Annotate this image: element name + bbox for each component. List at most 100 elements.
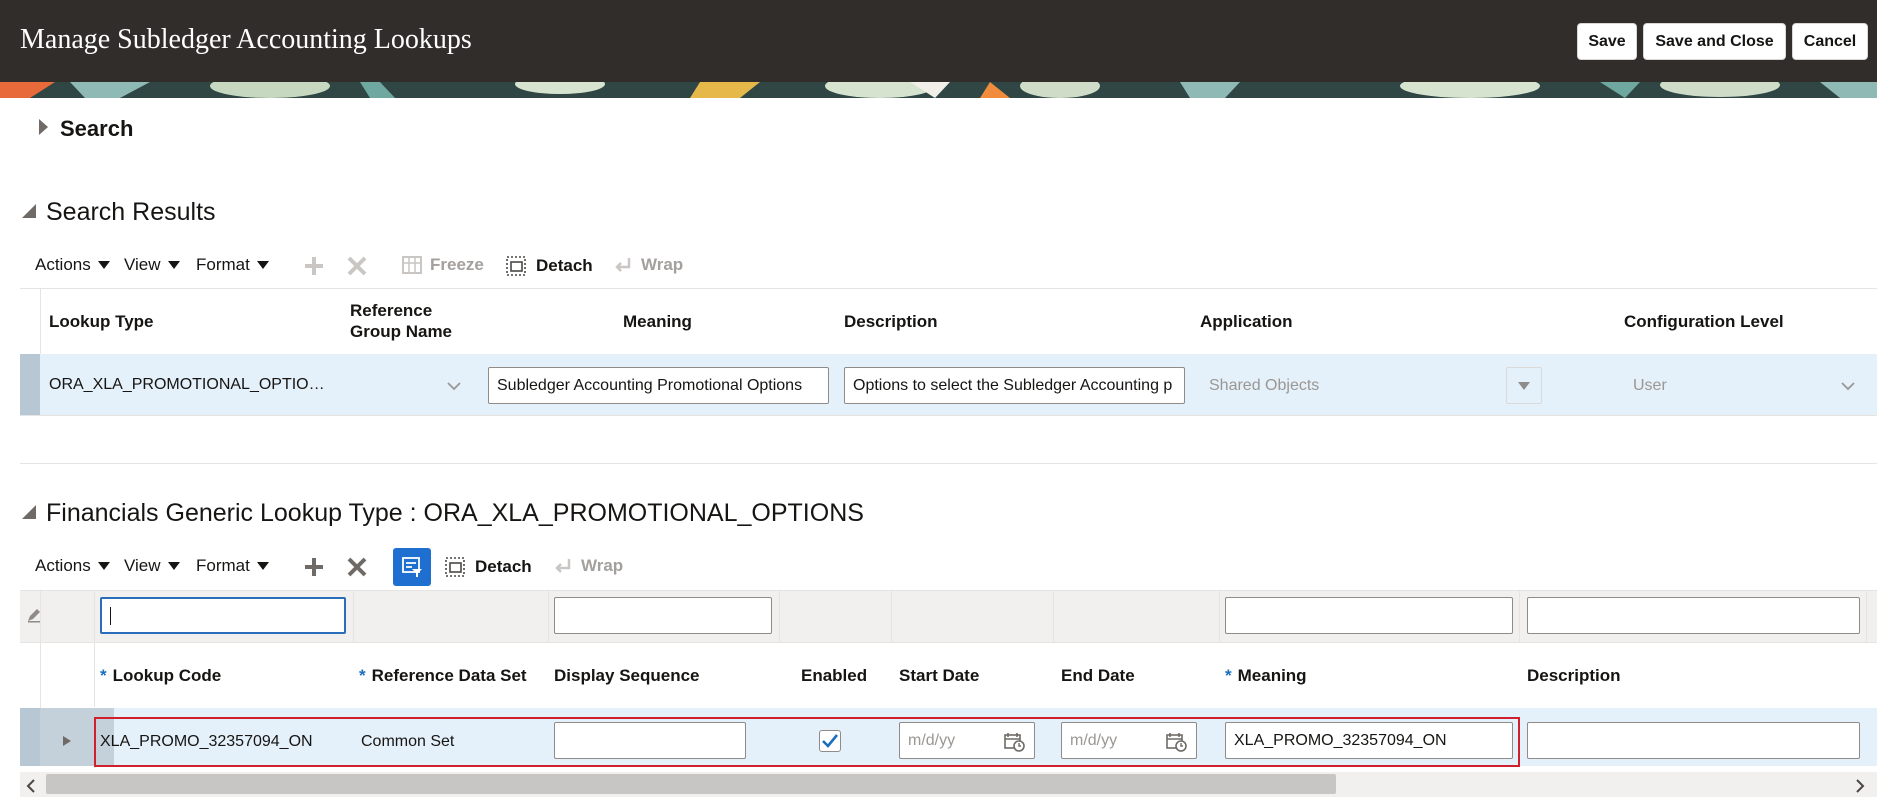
- caret-down-icon: [1518, 381, 1530, 390]
- checkmark-icon: [822, 734, 838, 748]
- search-results-title: Search Results: [46, 198, 216, 226]
- column-divider: [1866, 590, 1867, 642]
- meaning-input[interactable]: XLA_PROMO_32357094_ON: [1225, 722, 1513, 759]
- view-menu-label: View: [124, 556, 161, 575]
- reference-group-select[interactable]: [350, 367, 470, 404]
- search-section-title[interactable]: Search: [60, 116, 133, 142]
- text-cursor: [110, 606, 111, 625]
- wrap-button: Wrap: [613, 255, 683, 275]
- column-header-reference-group-line2[interactable]: Group Name: [350, 322, 452, 342]
- scroll-right-icon[interactable]: [1855, 778, 1865, 798]
- description-input[interactable]: [1527, 722, 1860, 759]
- column-header-description[interactable]: Description: [844, 312, 938, 332]
- actions-menu-label: Actions: [35, 255, 91, 274]
- configuration-level-select[interactable]: User: [1624, 367, 1864, 404]
- start-date-placeholder: m/d/yy: [908, 731, 956, 749]
- detach-button[interactable]: Detach: [444, 556, 532, 578]
- column-header-end-date[interactable]: End Date: [1061, 666, 1135, 686]
- row-bottom-border: [20, 415, 1877, 416]
- expand-row-icon[interactable]: [62, 732, 72, 752]
- column-header-configuration-level[interactable]: Configuration Level: [1624, 312, 1784, 332]
- save-button[interactable]: Save: [1577, 23, 1637, 60]
- enabled-checkbox[interactable]: [819, 730, 841, 752]
- table-top-border: [20, 288, 1877, 289]
- calendar-icon[interactable]: [1004, 732, 1026, 752]
- collapse-lookup-codes-icon[interactable]: [22, 505, 36, 519]
- filter-lookup-code-input[interactable]: [100, 597, 346, 634]
- filter-display-sequence-input[interactable]: [554, 597, 772, 634]
- description-input[interactable]: Options to select the Subledger Accounti…: [844, 367, 1185, 404]
- column-header-reference-data-set[interactable]: * Reference Data Set: [359, 666, 527, 686]
- format-menu-label: Format: [196, 255, 250, 274]
- calendar-icon[interactable]: [1166, 732, 1188, 752]
- end-date-input[interactable]: m/d/yy: [1061, 722, 1197, 759]
- chevron-down-icon: [447, 382, 461, 391]
- detach-icon: [445, 557, 465, 577]
- row-selector[interactable]: [20, 708, 40, 766]
- row-selector[interactable]: [20, 354, 40, 416]
- filter-meaning-input[interactable]: [1225, 597, 1513, 634]
- column-divider: [1053, 590, 1054, 642]
- add-row-icon[interactable]: [303, 556, 325, 583]
- column-header-meaning[interactable]: Meaning: [623, 312, 692, 332]
- chevron-down-icon: [167, 562, 180, 570]
- expand-search-icon[interactable]: [39, 119, 48, 135]
- application-field: Shared Objects: [1209, 376, 1320, 394]
- wrap-label: Wrap: [641, 255, 684, 274]
- filter-icon: [402, 557, 422, 577]
- column-header-lookup-type[interactable]: Lookup Type: [49, 312, 154, 332]
- chevron-down-icon: [1841, 382, 1855, 391]
- wrap-icon: [615, 258, 631, 272]
- lookup-type-cell: ORA_XLA_PROMOTIONAL_OPTIO…: [49, 376, 325, 393]
- column-header-description[interactable]: Description: [1527, 666, 1621, 686]
- reference-data-set-cell: Common Set: [361, 733, 455, 750]
- freeze-icon: [402, 256, 422, 274]
- filter-description-input[interactable]: [1527, 597, 1860, 634]
- freeze-label: Freeze: [430, 255, 484, 274]
- detach-icon: [506, 256, 526, 276]
- column-header-enabled[interactable]: Enabled: [801, 666, 867, 686]
- cancel-button[interactable]: Cancel: [1792, 23, 1868, 60]
- format-menu[interactable]: Format: [196, 556, 269, 576]
- actions-menu[interactable]: Actions: [35, 255, 110, 275]
- detach-button[interactable]: Detach: [505, 255, 593, 277]
- column-divider: [1519, 590, 1520, 642]
- lookup-code-cell: XLA_PROMO_32357094_ON: [100, 733, 313, 750]
- scrollbar-thumb[interactable]: [46, 774, 1336, 794]
- column-divider: [353, 590, 354, 642]
- required-marker: *: [359, 666, 366, 685]
- page-title: Manage Subledger Accounting Lookups: [20, 24, 472, 55]
- required-marker: *: [1225, 666, 1232, 685]
- view-menu-label: View: [124, 255, 161, 274]
- wrap-icon: [555, 559, 571, 573]
- column-divider: [779, 590, 780, 642]
- delete-row-icon[interactable]: [346, 556, 368, 583]
- section-divider: [20, 463, 1877, 464]
- column-header-display-sequence[interactable]: Display Sequence: [554, 666, 700, 686]
- view-menu[interactable]: View: [124, 255, 180, 275]
- display-sequence-input[interactable]: [554, 722, 746, 759]
- view-menu[interactable]: View: [124, 556, 180, 576]
- column-header-reference-group-line1[interactable]: Reference: [350, 301, 432, 321]
- column-header-application[interactable]: Application: [1200, 312, 1293, 332]
- column-header-lookup-code[interactable]: * Lookup Code: [100, 666, 221, 686]
- column-header-reference-data-set-label: Reference Data Set: [371, 666, 527, 685]
- header-banner-image: [0, 82, 1877, 98]
- chevron-down-icon: [97, 562, 110, 570]
- column-header-start-date[interactable]: Start Date: [899, 666, 979, 686]
- freeze-button: Freeze: [402, 255, 484, 275]
- collapse-search-results-icon[interactable]: [22, 204, 36, 218]
- meaning-input[interactable]: Subledger Accounting Promotional Options: [488, 367, 829, 404]
- save-and-close-button[interactable]: Save and Close: [1643, 23, 1786, 60]
- required-marker: *: [100, 666, 107, 685]
- detach-label: Detach: [536, 256, 593, 275]
- application-dropdown-button[interactable]: [1506, 367, 1542, 404]
- format-menu[interactable]: Format: [196, 255, 269, 275]
- actions-menu[interactable]: Actions: [35, 556, 110, 576]
- column-header-meaning[interactable]: * Meaning: [1225, 666, 1307, 686]
- start-date-input[interactable]: m/d/yy: [899, 722, 1035, 759]
- scroll-left-icon[interactable]: [26, 778, 36, 798]
- query-by-example-button[interactable]: [393, 548, 431, 586]
- column-divider: [1219, 590, 1220, 642]
- column-divider: [891, 590, 892, 642]
